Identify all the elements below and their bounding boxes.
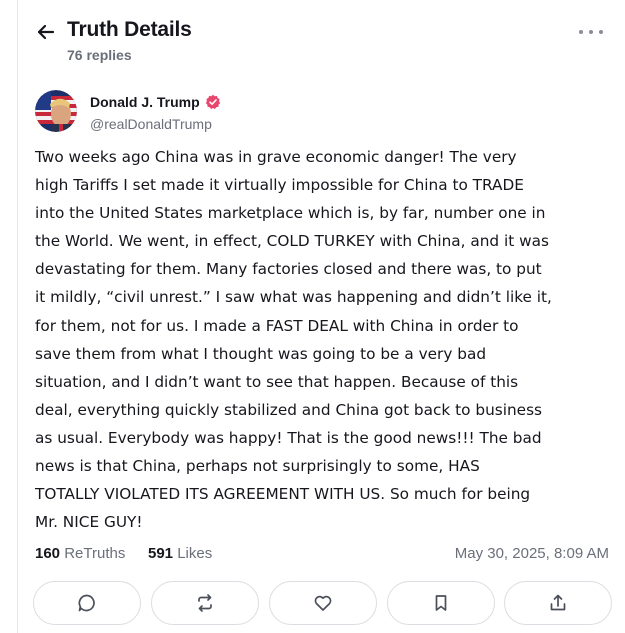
reply-count: 76 replies xyxy=(67,47,132,63)
more-options-button[interactable] xyxy=(579,24,603,40)
post-text-line: Two weeks ago China was in grave economi… xyxy=(35,148,517,166)
post-actions-bar xyxy=(33,581,612,625)
likes-stat[interactable]: 591 Likes xyxy=(148,545,212,562)
retruths-label: ReTruths xyxy=(64,545,126,562)
likes-label: Likes xyxy=(177,545,213,562)
retruths-count: 160 xyxy=(35,545,61,562)
post-text-line: as usual. Everybody was happy! That is t… xyxy=(35,428,542,447)
verified-badge-icon xyxy=(205,94,220,109)
retruth-button[interactable] xyxy=(151,581,259,625)
post-timestamp: May 30, 2025, 8:09 AM xyxy=(454,545,609,562)
repost-icon xyxy=(198,594,212,612)
post-text-line: high Tariffs I set made it virtually imp… xyxy=(35,176,524,195)
post-text-line: deal, everything quickly stabilized and … xyxy=(35,400,543,419)
author-name[interactable]: Donald J. Trump xyxy=(90,94,221,110)
truth-details-page: Truth Details 76 replies Donald J. Trump… xyxy=(0,0,625,633)
post-text-line: devastating for them. Many factories clo… xyxy=(35,260,542,279)
post-text-line: the World. We went, in effect, COLD TURK… xyxy=(35,232,549,251)
post-text-line: save them from what I thought was going … xyxy=(35,344,487,363)
post-text-line: situation, and I didn’t want to see that… xyxy=(35,372,519,391)
retruths-stat[interactable]: 160 ReTruths xyxy=(35,545,125,562)
post-text-line: into the United States marketplace which… xyxy=(35,204,546,223)
page-title: Truth Details xyxy=(67,18,192,41)
bookmark-icon xyxy=(435,595,447,611)
comment-icon xyxy=(78,594,95,612)
post-text-line: it mildly, “civil unrest.” I saw what wa… xyxy=(35,288,552,307)
post-text-line: for them, not for us. I made a FAST DEAL… xyxy=(35,316,519,335)
post-stats: 160 ReTruths 591 Likes May 30, 2025, 8:0… xyxy=(35,545,609,565)
share-icon xyxy=(550,594,566,611)
reply-button[interactable] xyxy=(33,581,141,625)
likes-count: 591 xyxy=(148,545,174,562)
post-author: Donald J. Trump @realDonaldTrump xyxy=(35,90,611,134)
post-text-line: news is that China, perhaps not surprisi… xyxy=(35,457,480,476)
more-horizontal-icon xyxy=(579,30,583,34)
post-text: Two weeks ago China was in grave economi… xyxy=(35,143,613,536)
post-text-line: TOTALLY VIOLATED ITS AGREEMENT WITH US. … xyxy=(35,485,531,504)
arrow-left-icon xyxy=(37,24,55,40)
heart-icon xyxy=(314,595,332,611)
page-header: Truth Details 76 replies xyxy=(35,18,611,68)
author-handle[interactable]: @realDonaldTrump xyxy=(90,116,212,132)
back-button[interactable] xyxy=(35,21,57,43)
bookmark-button[interactable] xyxy=(387,581,495,625)
avatar[interactable] xyxy=(35,90,77,132)
left-divider xyxy=(17,0,18,633)
post-text-line: Mr. NICE GUY! xyxy=(35,513,143,532)
share-button[interactable] xyxy=(504,581,612,625)
like-button[interactable] xyxy=(269,581,377,625)
